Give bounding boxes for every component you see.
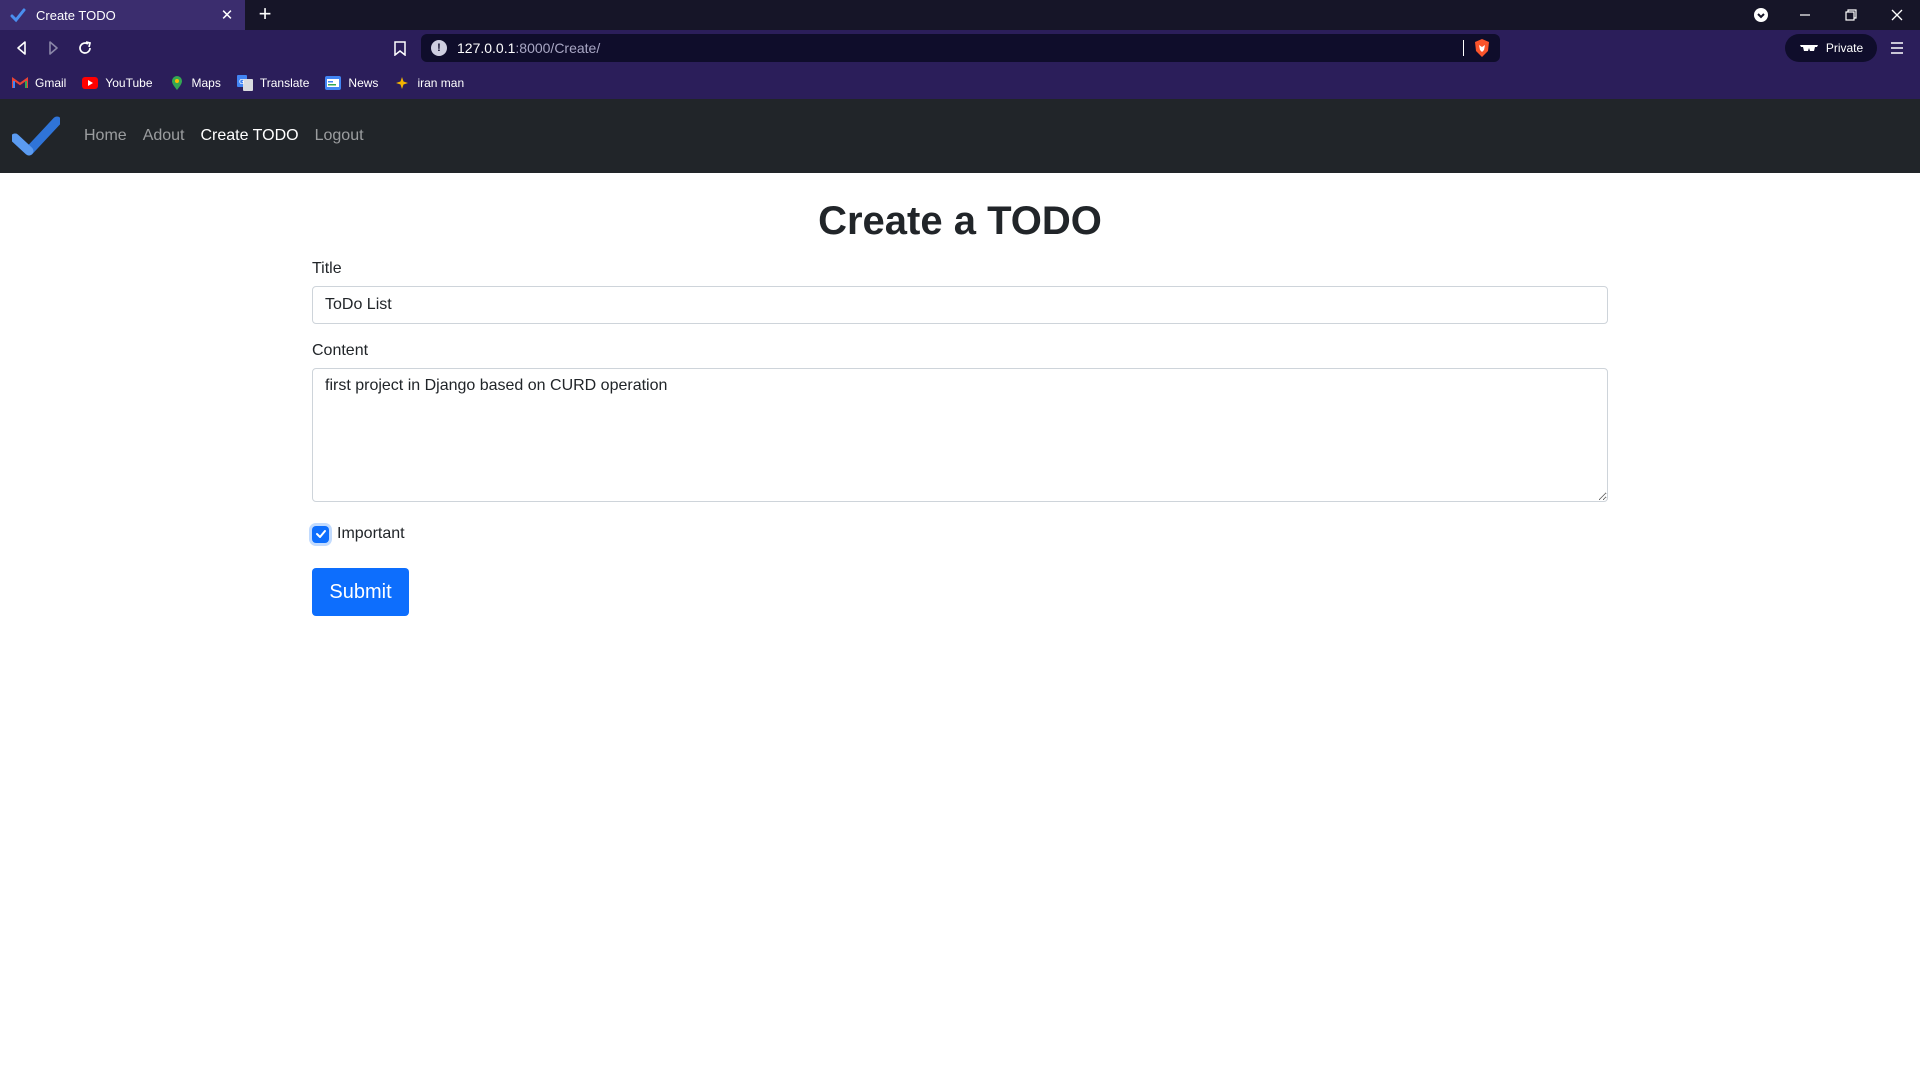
bookmark-maps[interactable]: Maps <box>169 75 221 91</box>
bookmark-news[interactable]: News <box>325 75 378 91</box>
content-textarea[interactable]: first project in Django based on CURD op… <box>312 368 1608 502</box>
reload-icon[interactable] <box>72 35 98 61</box>
checkbox-check-icon <box>315 530 326 538</box>
bookmark-label: News <box>348 75 379 90</box>
bookmark-label: iran man <box>417 75 465 90</box>
private-label: Private <box>1825 41 1864 55</box>
nav-link-logout[interactable]: Logout <box>315 127 364 145</box>
bookmark-label: Gmail <box>35 75 67 90</box>
title-input[interactable] <box>312 286 1608 324</box>
checkmark-icon <box>10 8 26 23</box>
close-window-icon[interactable] <box>1874 0 1920 30</box>
forward-icon[interactable] <box>40 35 66 61</box>
title-label: Title <box>312 260 342 277</box>
important-check-row: Important <box>312 525 1608 543</box>
main-content: Create a TODO Title Content first projec… <box>312 173 1608 616</box>
gmail-icon <box>12 75 28 91</box>
news-icon <box>325 75 342 91</box>
bookmark-gmail[interactable]: Gmail <box>12 75 66 91</box>
url-divider <box>1463 40 1464 56</box>
bookmark-label: YouTube <box>105 75 153 90</box>
browser-toolbar: ! 127.0.0.1:8000/Create/ Private <box>0 30 1920 66</box>
minimize-icon[interactable] <box>1782 0 1828 30</box>
browser-tab-strip: Create TODO ✕ + <box>0 0 1920 30</box>
brand-logo-checkmark-icon[interactable] <box>12 116 60 156</box>
back-icon[interactable] <box>9 35 35 61</box>
bookmarks-bar: Gmail YouTube Maps G Translate News iran… <box>0 66 1920 99</box>
bookmark-label: Translate <box>259 75 310 90</box>
private-mode-badge[interactable]: Private <box>1785 34 1877 62</box>
bookmark-youtube[interactable]: YouTube <box>82 75 153 91</box>
private-glasses-icon <box>1799 45 1818 51</box>
site-navbar: Home Adout Create TODO Logout <box>0 99 1920 173</box>
hamburger-menu-icon[interactable] <box>1886 37 1908 59</box>
new-tab-button[interactable]: + <box>253 3 277 27</box>
translate-icon: G <box>236 74 253 91</box>
browser-tab[interactable]: Create TODO ✕ <box>0 0 245 30</box>
nav-link-create-todo[interactable]: Create TODO <box>201 127 299 145</box>
submit-button[interactable]: Submit <box>312 568 409 616</box>
bookmark-page-icon[interactable] <box>388 36 412 60</box>
tab-title: Create TODO <box>36 7 116 23</box>
brave-shield-icon[interactable] <box>1472 38 1492 58</box>
site-info-icon[interactable]: ! <box>431 40 447 56</box>
address-bar[interactable]: ! 127.0.0.1:8000/Create/ <box>421 34 1500 62</box>
nav-link-home[interactable]: Home <box>84 127 127 145</box>
bookmark-translate[interactable]: G Translate <box>236 74 310 91</box>
brave-menu-icon[interactable] <box>1738 0 1784 30</box>
important-label: Important <box>337 525 405 542</box>
svg-text:G: G <box>239 78 244 86</box>
page-title: Create a TODO <box>818 199 1102 243</box>
url-path: :8000/Create/ <box>515 40 601 56</box>
content-label: Content <box>312 342 369 359</box>
maps-icon <box>169 75 185 91</box>
bookmark-label: Maps <box>191 75 221 90</box>
youtube-icon <box>82 75 99 91</box>
restore-icon[interactable] <box>1828 0 1874 30</box>
close-tab-icon[interactable]: ✕ <box>219 7 235 24</box>
important-checkbox[interactable] <box>312 525 329 543</box>
bookmark-iran-man[interactable]: iran man <box>394 75 464 91</box>
bookmark-star-icon <box>394 75 410 91</box>
url-host: 127.0.0.1 <box>457 40 516 56</box>
nav-link-about[interactable]: Adout <box>143 127 185 145</box>
